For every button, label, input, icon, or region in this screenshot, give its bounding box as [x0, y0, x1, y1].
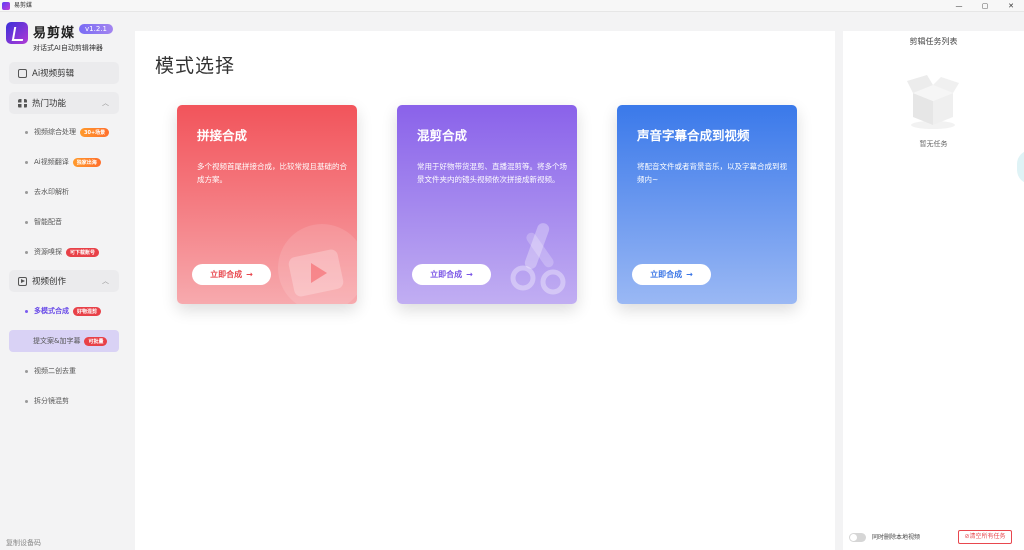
grid-icon: [18, 98, 27, 108]
sidebar-group-label: 热门功能: [32, 99, 67, 109]
close-button[interactable]: ✕: [998, 0, 1024, 12]
sidebar-item-subtitles[interactable]: 提文案&加字幕 可批量: [9, 330, 119, 352]
card-title: 混剪合成: [417, 128, 468, 143]
arrow-right-icon: →: [246, 270, 253, 279]
title-bar: 易剪媒 — ▢ ✕: [0, 0, 1024, 12]
feature-badge: 好物混剪: [73, 306, 102, 316]
feature-badge: 可下载账号: [66, 247, 100, 257]
sidebar-item-split-mix[interactable]: 拆分镜混剪: [9, 390, 119, 412]
clear-all-tasks-button[interactable]: ⊘清空所有任务: [958, 530, 1012, 544]
minimize-button[interactable]: —: [946, 0, 972, 12]
start-compose-button[interactable]: 立即合成 →: [632, 264, 711, 285]
sidebar-item-video-translate[interactable]: Ai视频翻译 独家出海: [9, 151, 119, 173]
delete-local-label: 同时删除本地视频: [872, 534, 921, 541]
sidebar-item-label: 去水印解析: [34, 188, 69, 196]
video-icon: [18, 276, 27, 286]
film-icon: [18, 68, 27, 78]
main-panel: 模式选择 拼接合成 多个视频首尾拼接合成，比较常规且基础的合成方案。 立即合成 …: [135, 31, 835, 550]
card-description: 多个视频首尾拼接合成，比较常规且基础的合成方案。: [197, 162, 347, 184]
bullet-icon: [25, 369, 28, 373]
scissors-deco-icon: [510, 223, 566, 295]
window-controls: — ▢ ✕: [946, 0, 1024, 12]
sidebar-item-watermark[interactable]: 去水印解析: [9, 181, 119, 203]
sidebar-group-create[interactable]: 视频创作 ︿: [9, 270, 119, 292]
sidebar-item-ai-edit[interactable]: Ai视频剪辑: [9, 62, 119, 84]
delete-local-toggle[interactable]: [849, 533, 866, 542]
bullet-icon: [25, 220, 28, 224]
empty-state-text: 暂无任务: [919, 140, 948, 148]
sidebar-item-label: Ai视频翻译: [34, 158, 69, 166]
task-panel: 剪辑任务列表 暂无任务 同时删除本地视频 ⊘清空所有任务: [843, 31, 1024, 550]
sidebar-item-label: 资源嗅探: [34, 248, 62, 256]
sidebar-item-sniffer[interactable]: 资源嗅探 可下载账号: [9, 241, 119, 263]
sidebar-item-dedupe[interactable]: 视频二创去重: [9, 360, 119, 382]
app-icon: [2, 1, 10, 10]
app-logo-icon: [6, 22, 28, 44]
button-label: 立即合成: [430, 270, 463, 279]
button-label: 立即合成: [650, 270, 683, 279]
sidebar-item-multi-mode[interactable]: 多模式合成 好物混剪: [9, 300, 119, 322]
arrow-right-icon: →: [466, 270, 473, 279]
button-label: 立即合成: [210, 270, 243, 279]
card-title: 拼接合成: [197, 128, 248, 143]
mode-card-audio-subtitle[interactable]: 声音字幕合成到视频 将配音文件或者背景音乐，以及字幕合成到视频内~ 立即合成 →: [617, 105, 797, 304]
start-compose-button[interactable]: 立即合成 →: [192, 264, 271, 285]
bullet-icon: [25, 190, 28, 194]
brand-subtitle: 对话式AI自动剪辑神器: [33, 44, 103, 52]
card-description: 常用于好物带货混剪、直播混剪等。将多个场景文件夹内的镜头视频依次拼接成新视频。: [417, 162, 567, 184]
bullet-icon: [25, 130, 28, 134]
copy-device-code-link[interactable]: 复制设备码: [6, 538, 41, 548]
sidebar-item-dubbing[interactable]: 智能配音: [9, 211, 119, 233]
window-title: 易剪媒: [14, 1, 33, 9]
sidebar-group-hot[interactable]: 热门功能 ︿: [9, 92, 119, 114]
bullet-icon: [25, 309, 28, 313]
maximize-button[interactable]: ▢: [972, 0, 998, 12]
start-compose-button[interactable]: 立即合成 →: [412, 264, 491, 285]
video-deco-icon: [278, 224, 357, 304]
card-title: 声音字幕合成到视频: [637, 128, 750, 143]
sidebar-item-label: 智能配音: [34, 218, 62, 226]
sidebar-item-label: 多模式合成: [34, 307, 69, 315]
sidebar-item-label: Ai视频剪辑: [32, 69, 75, 79]
brand-name: 易剪媒: [33, 26, 76, 41]
page-title: 模式选择: [155, 55, 236, 77]
bullet-icon: [25, 399, 28, 403]
sidebar: 易剪媒 v1.2.1 对话式AI自动剪辑神器 Ai视频剪辑 热门功能 ︿ 视频综合…: [0, 13, 128, 550]
sidebar-item-label: 拆分镜混剪: [34, 397, 69, 405]
mode-card-mix[interactable]: 混剪合成 常用于好物带货混剪、直播混剪等。将多个场景文件夹内的镜头视频依次拼接成…: [397, 105, 577, 304]
empty-box-icon: [907, 75, 959, 129]
sidebar-group-label: 视频创作: [32, 277, 67, 287]
sidebar-item-label: 视频二创去重: [34, 367, 76, 375]
feature-badge: 独家出海: [72, 157, 101, 167]
brand: 易剪媒 v1.2.1 对话式AI自动剪辑神器: [6, 22, 113, 53]
chevron-up-icon: ︿: [102, 99, 109, 107]
mode-card-concat[interactable]: 拼接合成 多个视频首尾拼接合成，比较常规且基础的合成方案。 立即合成 →: [177, 105, 357, 304]
sidebar-item-label: 提文案&加字幕: [33, 337, 81, 345]
version-badge: v1.2.1: [79, 24, 113, 34]
sidebar-item-video-process[interactable]: 视频综合处理 30+场景: [9, 121, 119, 143]
arrow-right-icon: →: [686, 270, 693, 279]
chevron-up-icon: ︿: [102, 277, 109, 285]
card-description: 将配音文件或者背景音乐，以及字幕合成到视频内~: [637, 162, 787, 184]
task-panel-title: 剪辑任务列表: [909, 37, 958, 46]
bullet-icon: [25, 250, 28, 254]
button-label: 清空所有任务: [969, 533, 1006, 540]
feature-badge: 可批量: [84, 336, 108, 346]
feature-badge: 30+场景: [80, 127, 110, 137]
sidebar-item-label: 视频综合处理: [34, 128, 76, 136]
bullet-icon: [25, 160, 28, 164]
